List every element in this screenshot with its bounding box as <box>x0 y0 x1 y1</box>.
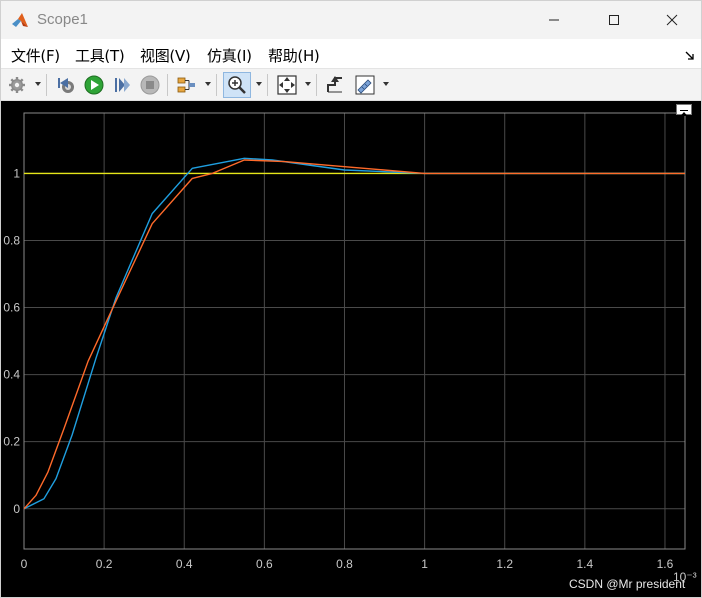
maximize-button[interactable] <box>591 1 637 39</box>
triggers-icon <box>327 76 342 93</box>
toolbar-separator <box>316 74 317 96</box>
measurements-button[interactable] <box>352 72 378 98</box>
measurements-icon <box>355 75 375 95</box>
x-tick-label: 0.6 <box>256 557 273 571</box>
zoom-in-button[interactable] <box>223 72 251 98</box>
y-tick-label: 0.2 <box>3 435 20 449</box>
x-tick-label: 1.4 <box>577 557 594 571</box>
toolbar-separator <box>216 74 217 96</box>
signal-selector-dropdown-icon[interactable] <box>205 82 211 86</box>
toolbar-separator <box>167 74 168 96</box>
x-tick-labels: 0 0.2 0.4 0.6 0.8 1 1.2 1.4 1.6 <box>21 557 674 571</box>
axes <box>23 112 686 550</box>
step-forward-button[interactable] <box>110 72 134 98</box>
triggers-button[interactable] <box>323 72 347 98</box>
menu-view[interactable]: 视图(V) <box>140 45 191 66</box>
scope-window: Scope1 文件(F) 工具(T) 视图(V) 仿真(I) 帮助(H) 0 0… <box>0 0 702 598</box>
x-tick-label: 0.4 <box>176 557 193 571</box>
x-tick-label: 0 <box>21 557 28 571</box>
minimize-button[interactable] <box>531 1 577 39</box>
minimize-icon <box>549 19 559 21</box>
stop-icon <box>140 75 160 95</box>
response-line-orange <box>23 159 685 510</box>
window-title: Scope1 <box>37 11 88 28</box>
undock-arrow-icon[interactable] <box>685 48 695 60</box>
settings-button[interactable] <box>6 72 28 98</box>
close-icon <box>666 14 678 26</box>
x-tick-label: 1.2 <box>496 557 513 571</box>
zoom-in-icon <box>228 76 246 94</box>
autoscale-button[interactable] <box>274 72 300 98</box>
series-group <box>23 157 685 510</box>
measurements-dropdown-icon[interactable] <box>383 82 389 86</box>
step-back-button[interactable] <box>54 72 78 98</box>
menu-tools[interactable]: 工具(T) <box>75 45 125 66</box>
scope-plot[interactable]: 0 0.2 0.4 0.6 0.8 1 1.2 1.4 1.6 0 0.2 0.4 0.6 0.8 1 1… <box>1 101 701 597</box>
menu-help[interactable]: 帮助(H) <box>268 45 320 66</box>
y-tick-label: 1 <box>13 166 20 180</box>
stop-button[interactable] <box>138 72 162 98</box>
maximize-icon <box>609 15 619 25</box>
step-back-icon <box>58 78 74 93</box>
signal-selector-icon <box>177 77 195 93</box>
toolbar <box>1 69 701 101</box>
toolbar-separator <box>267 74 268 96</box>
menu-bar: 文件(F) 工具(T) 视图(V) 仿真(I) 帮助(H) <box>1 39 701 69</box>
plot-frame <box>23 112 686 550</box>
matlab-logo-icon <box>11 12 29 30</box>
collapse-legend-button[interactable] <box>676 104 692 116</box>
toolbar-separator <box>46 74 47 96</box>
y-tick-label: 0.8 <box>3 233 20 247</box>
zoom-dropdown-icon[interactable] <box>256 82 262 86</box>
menu-simulation[interactable]: 仿真(I) <box>207 45 252 66</box>
collapse-icon <box>680 110 688 116</box>
response-line-blue <box>23 157 685 510</box>
y-tick-labels: 0 0.2 0.4 0.6 0.8 1 <box>3 166 20 515</box>
y-tick-label: 0.4 <box>3 368 20 382</box>
x-tick-label: 0.2 <box>96 557 113 571</box>
title-bar: Scope1 <box>1 1 701 39</box>
autoscale-icon <box>277 75 297 95</box>
gear-icon <box>9 77 25 93</box>
signal-selector-button[interactable] <box>174 72 198 98</box>
y-tick-label: 0 <box>13 502 20 516</box>
run-icon <box>84 75 104 95</box>
step-forward-icon <box>115 78 130 92</box>
menu-file[interactable]: 文件(F) <box>11 45 60 66</box>
x-tick-label: 1 <box>421 557 428 571</box>
grid <box>23 113 685 549</box>
y-tick-label: 0.6 <box>3 301 20 315</box>
x-tick-label: 0.8 <box>336 557 353 571</box>
x-tick-label: 1.6 <box>657 557 674 571</box>
watermark: CSDN @Mr president <box>569 577 686 591</box>
run-button[interactable] <box>82 72 106 98</box>
settings-dropdown-icon[interactable] <box>35 82 41 86</box>
autoscale-dropdown-icon[interactable] <box>305 82 311 86</box>
close-button[interactable] <box>649 1 695 39</box>
